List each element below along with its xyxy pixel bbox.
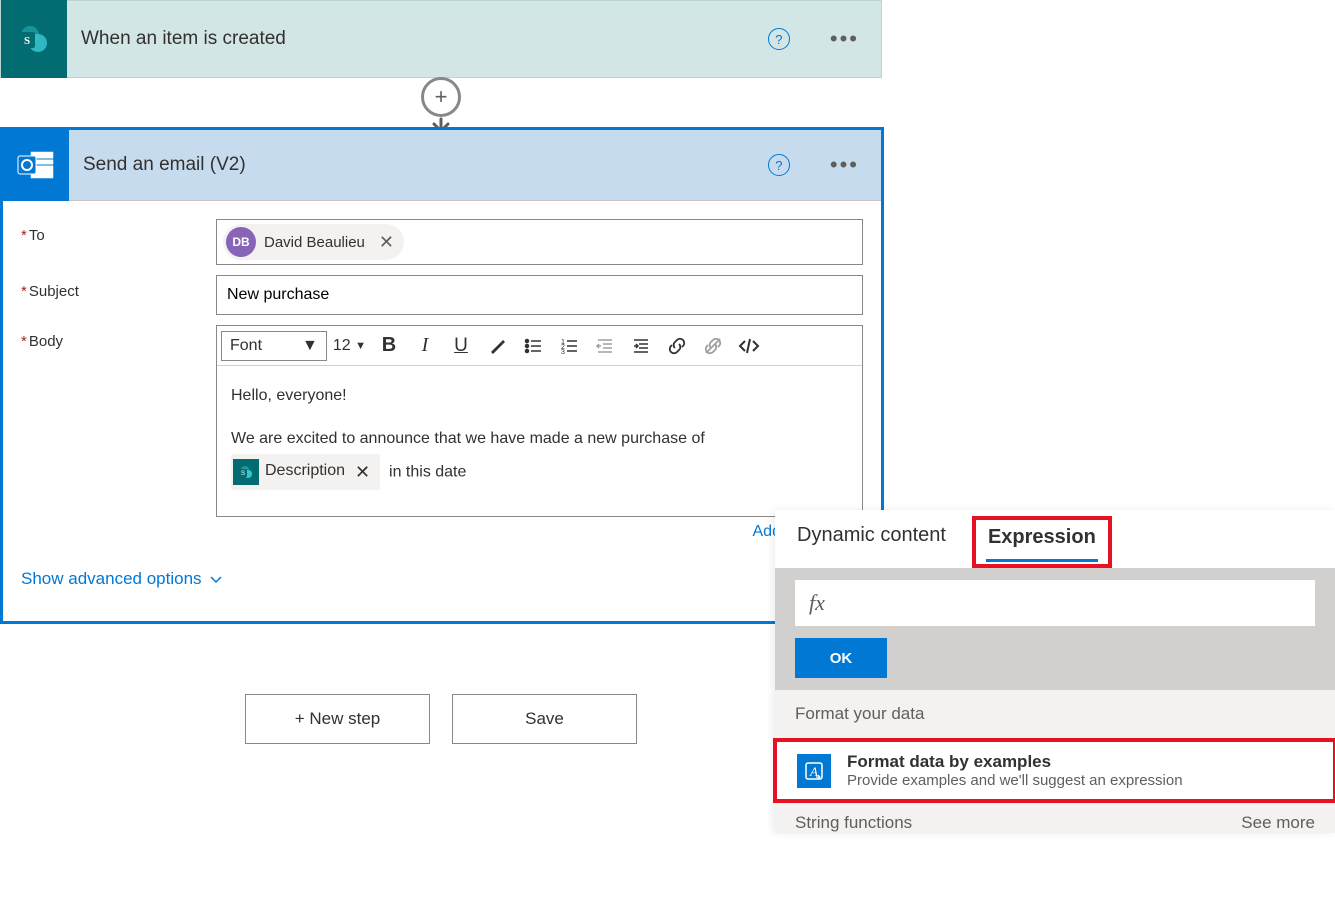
action-header[interactable]: Send an email (V2) ? ••• <box>3 130 881 201</box>
svg-text:3: 3 <box>561 349 565 356</box>
action-title: Send an email (V2) <box>69 154 768 176</box>
fx-icon: fx <box>809 590 825 616</box>
underline-button[interactable]: U <box>444 331 478 361</box>
more-icon[interactable]: ••• <box>830 26 859 52</box>
add-step-button[interactable]: + <box>421 77 461 117</box>
bullet-list-button[interactable] <box>516 331 550 361</box>
panel-tabs: Dynamic content Expression <box>775 510 1335 568</box>
save-button[interactable]: Save <box>452 694 637 744</box>
expression-input[interactable]: fx <box>795 580 1315 626</box>
subject-input[interactable] <box>216 275 863 315</box>
rte-toolbar: Font▼ 12 ▼ B I U 123 <box>217 326 862 366</box>
action-card: Send an email (V2) ? ••• *To DB David Be… <box>0 127 884 624</box>
unlink-button[interactable] <box>696 331 730 361</box>
tab-expression[interactable]: Expression <box>986 522 1098 562</box>
help-icon[interactable]: ? <box>768 28 790 50</box>
outlook-icon <box>3 130 69 201</box>
body-text: in this date <box>389 463 466 480</box>
trigger-title: When an item is created <box>67 28 768 50</box>
format-item-title: Format data by examples <box>847 752 1183 772</box>
body-content[interactable]: Hello, everyone! We are excited to annou… <box>217 366 862 516</box>
chevron-down-icon <box>208 571 224 587</box>
remove-recipient-icon[interactable]: ✕ <box>379 232 394 253</box>
body-paragraph: Hello, everyone! <box>231 382 848 411</box>
outdent-button[interactable] <box>588 331 622 361</box>
expression-panel: Dynamic content Expression fx OK Format … <box>775 510 1335 833</box>
sharepoint-icon: S <box>233 459 259 485</box>
number-list-button[interactable]: 123 <box>552 331 586 361</box>
format-section-label: Format your data <box>775 690 1335 738</box>
footer-buttons: + New step Save <box>245 694 637 744</box>
action-body: *To DB David Beaulieu ✕ *Subject *Body F… <box>3 201 881 621</box>
format-by-examples-item[interactable]: A Format data by examples Provide exampl… <box>777 742 1333 799</box>
remove-token-icon[interactable]: ✕ <box>351 456 374 488</box>
indent-button[interactable] <box>624 331 658 361</box>
body-label: *Body <box>21 325 216 350</box>
subject-label: *Subject <box>21 275 216 300</box>
font-dropdown[interactable]: Font▼ <box>221 331 327 361</box>
italic-button[interactable]: I <box>408 331 442 361</box>
recipient-pill: DB David Beaulieu ✕ <box>223 224 404 260</box>
link-button[interactable] <box>660 331 694 361</box>
add-dynamic-content-link[interactable]: Add dynamic <box>21 517 863 545</box>
format-icon: A <box>797 754 831 788</box>
new-step-button[interactable]: + New step <box>245 694 430 744</box>
svg-text:S: S <box>241 471 245 477</box>
avatar: DB <box>226 227 256 257</box>
string-functions-label: String functions <box>795 813 912 833</box>
sharepoint-icon: S <box>1 0 67 78</box>
help-icon[interactable]: ? <box>768 154 790 176</box>
format-item-subtitle: Provide examples and we'll suggest an ex… <box>847 772 1183 789</box>
tab-dynamic-content[interactable]: Dynamic content <box>795 520 948 557</box>
token-label: Description <box>265 457 345 486</box>
bold-button[interactable]: B <box>372 331 406 361</box>
highlight-annotation: Expression <box>972 516 1112 568</box>
see-more-link[interactable]: See more <box>1241 813 1315 833</box>
font-size-dropdown[interactable]: 12 ▼ <box>329 331 370 361</box>
ok-button[interactable]: OK <box>795 638 887 678</box>
body-paragraph: We are excited to announce that we have … <box>231 425 848 454</box>
show-advanced-link[interactable]: Show advanced options <box>21 545 863 607</box>
trigger-card[interactable]: S When an item is created ? ••• <box>0 0 882 78</box>
highlight-annotation: A Format data by examples Provide exampl… <box>773 738 1335 803</box>
dynamic-token[interactable]: S Description ✕ <box>231 454 380 490</box>
code-view-button[interactable] <box>732 331 766 361</box>
color-button[interactable] <box>480 331 514 361</box>
svg-text:S: S <box>24 35 30 47</box>
to-label: *To <box>21 219 216 244</box>
more-icon[interactable]: ••• <box>830 152 859 178</box>
recipient-name: David Beaulieu <box>264 234 365 251</box>
body-editor: Font▼ 12 ▼ B I U 123 Hello, everyone! <box>216 325 863 517</box>
to-input[interactable]: DB David Beaulieu ✕ <box>216 219 863 265</box>
